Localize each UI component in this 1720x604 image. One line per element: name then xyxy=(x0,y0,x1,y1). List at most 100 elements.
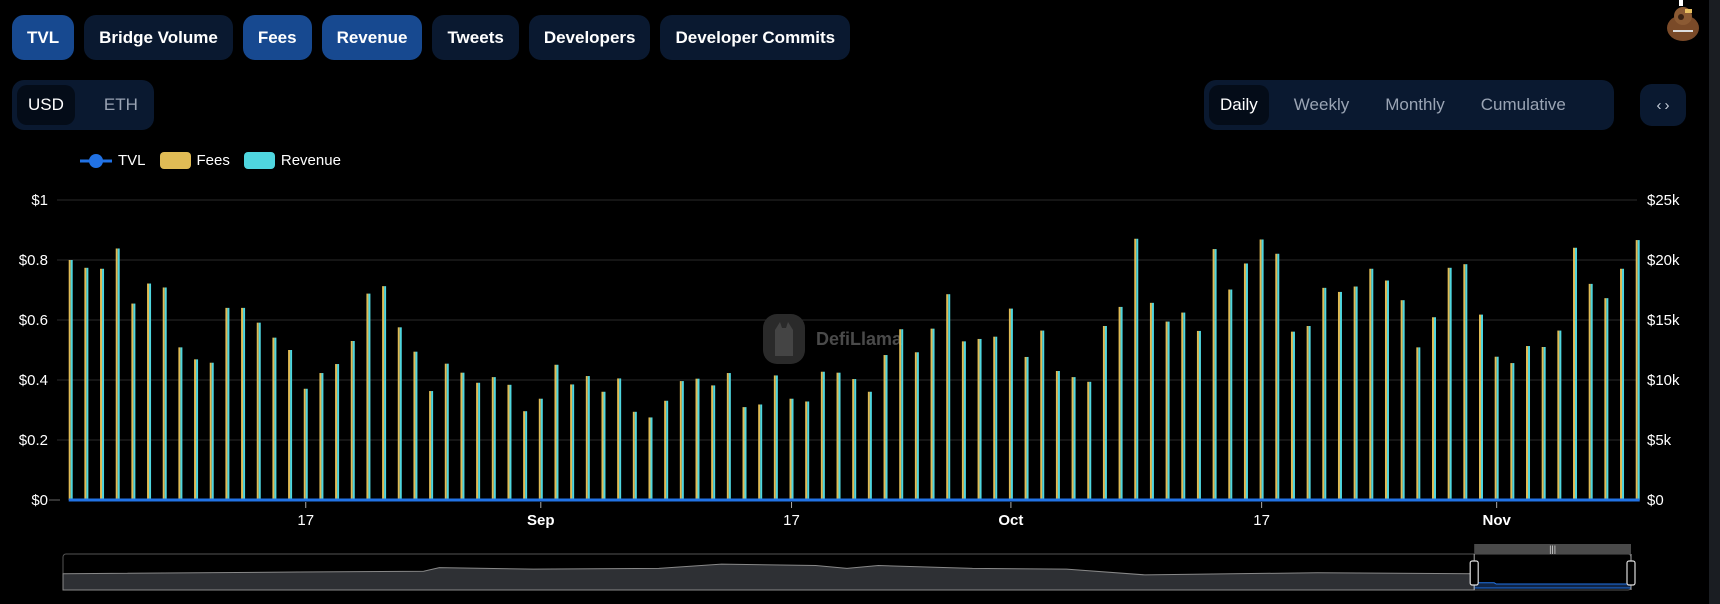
fees-bar[interactable] xyxy=(1400,300,1403,500)
fees-bar[interactable] xyxy=(1259,239,1262,501)
fees-bar[interactable] xyxy=(695,378,698,500)
revenue-bar[interactable] xyxy=(728,373,731,500)
revenue-bar[interactable] xyxy=(1026,356,1029,500)
revenue-bar[interactable] xyxy=(1089,381,1092,500)
fees-bar[interactable] xyxy=(1196,330,1199,500)
revenue-bar[interactable] xyxy=(321,373,324,500)
revenue-bar[interactable] xyxy=(415,351,418,500)
revenue-bar[interactable] xyxy=(963,341,966,500)
revenue-bar[interactable] xyxy=(556,364,559,500)
revenue-bar[interactable] xyxy=(634,411,637,500)
fees-bar[interactable] xyxy=(84,267,87,500)
fees-bar[interactable] xyxy=(1337,291,1340,500)
revenue-bar[interactable] xyxy=(1245,263,1248,500)
fees-bar[interactable] xyxy=(1635,240,1638,500)
revenue-bar[interactable] xyxy=(666,400,669,500)
fees-bar[interactable] xyxy=(303,388,306,500)
revenue-bar[interactable] xyxy=(1073,377,1076,500)
revenue-bar[interactable] xyxy=(697,378,700,500)
fees-bar[interactable] xyxy=(883,355,886,500)
revenue-bar[interactable] xyxy=(1512,363,1515,500)
fees-bar[interactable] xyxy=(382,286,385,500)
revenue-bar[interactable] xyxy=(1528,346,1531,500)
revenue-bar[interactable] xyxy=(196,359,199,500)
fees-bar[interactable] xyxy=(852,379,855,500)
mascot-avatar[interactable] xyxy=(1663,0,1703,44)
revenue-bar[interactable] xyxy=(1198,330,1201,500)
revenue-bar[interactable] xyxy=(540,398,543,500)
fees-bar[interactable] xyxy=(1102,326,1105,500)
fees-bar[interactable] xyxy=(1431,317,1434,500)
revenue-bar[interactable] xyxy=(337,364,340,500)
revenue-bar[interactable] xyxy=(1465,264,1468,500)
revenue-bar[interactable] xyxy=(70,260,73,500)
fees-bar[interactable] xyxy=(523,411,526,500)
revenue-bar[interactable] xyxy=(1167,321,1170,500)
revenue-bar[interactable] xyxy=(713,385,716,500)
fees-bar[interactable] xyxy=(194,359,197,500)
revenue-bar[interactable] xyxy=(102,268,105,500)
fees-bar[interactable] xyxy=(491,377,494,500)
fees-bar[interactable] xyxy=(1149,302,1152,500)
revenue-bar[interactable] xyxy=(1183,312,1186,500)
fees-bar[interactable] xyxy=(1118,306,1121,500)
fees-bar[interactable] xyxy=(1071,377,1074,500)
fees-bar[interactable] xyxy=(68,260,71,500)
fees-bar[interactable] xyxy=(1165,321,1168,500)
revenue-bar[interactable] xyxy=(1151,302,1154,500)
fees-bar[interactable] xyxy=(1494,356,1497,500)
tab-tvl[interactable]: TVL xyxy=(12,15,75,60)
fees-bar[interactable] xyxy=(1588,283,1591,500)
revenue-bar[interactable] xyxy=(1120,306,1123,500)
fees-bar[interactable] xyxy=(758,404,761,500)
fees-bar[interactable] xyxy=(961,341,964,500)
fees-bar[interactable] xyxy=(209,362,212,500)
fees-bar[interactable] xyxy=(100,268,103,500)
revenue-bar[interactable] xyxy=(258,322,261,500)
fees-bar[interactable] xyxy=(178,347,181,500)
tab-fees[interactable]: Fees xyxy=(242,15,312,60)
tab-developers[interactable]: Developers xyxy=(528,15,651,60)
revenue-bar[interactable] xyxy=(384,286,387,500)
fees-bar[interactable] xyxy=(1557,330,1560,500)
fees-bar[interactable] xyxy=(1008,308,1011,500)
revenue-bar[interactable] xyxy=(525,411,528,500)
fees-bar[interactable] xyxy=(899,329,902,500)
revenue-bar[interactable] xyxy=(1559,330,1562,500)
fees-bar[interactable] xyxy=(1181,312,1184,500)
revenue-bar[interactable] xyxy=(1590,283,1593,500)
revenue-bar[interactable] xyxy=(854,379,857,500)
fees-bar[interactable] xyxy=(272,337,275,500)
revenue-bar[interactable] xyxy=(493,377,496,500)
fees-bar[interactable] xyxy=(946,294,949,500)
brush-handle-right[interactable] xyxy=(1626,560,1636,586)
embed-button[interactable]: ‹ › xyxy=(1640,84,1686,126)
revenue-bar[interactable] xyxy=(822,371,825,500)
fees-bar[interactable] xyxy=(429,391,432,500)
revenue-bar[interactable] xyxy=(446,363,449,500)
revenue-bar[interactable] xyxy=(180,347,183,500)
revenue-bar[interactable] xyxy=(760,404,763,500)
fees-bar[interactable] xyxy=(115,248,118,500)
fees-bar[interactable] xyxy=(319,373,322,500)
fees-bar[interactable] xyxy=(648,417,651,500)
revenue-bar[interactable] xyxy=(1355,286,1358,500)
revenue-bar[interactable] xyxy=(932,328,935,500)
revenue-bar[interactable] xyxy=(1230,289,1233,500)
revenue-bar[interactable] xyxy=(478,382,481,500)
revenue-bar[interactable] xyxy=(1324,287,1327,500)
revenue-bar[interactable] xyxy=(305,388,308,500)
revenue-bar[interactable] xyxy=(1637,240,1640,500)
revenue-bar[interactable] xyxy=(211,362,214,500)
page-scrollbar[interactable] xyxy=(1709,0,1720,604)
fees-bar[interactable] xyxy=(1447,267,1450,500)
revenue-bar[interactable] xyxy=(352,341,355,500)
revenue-bar[interactable] xyxy=(791,398,794,500)
fees-bar[interactable] xyxy=(805,401,808,500)
brush-handle-left[interactable] xyxy=(1469,560,1479,586)
revenue-bar[interactable] xyxy=(681,381,684,500)
fees-bar[interactable] xyxy=(1243,263,1246,500)
fees-bar[interactable] xyxy=(742,407,745,500)
fees-bar[interactable] xyxy=(476,382,479,500)
revenue-bar[interactable] xyxy=(1449,267,1452,500)
